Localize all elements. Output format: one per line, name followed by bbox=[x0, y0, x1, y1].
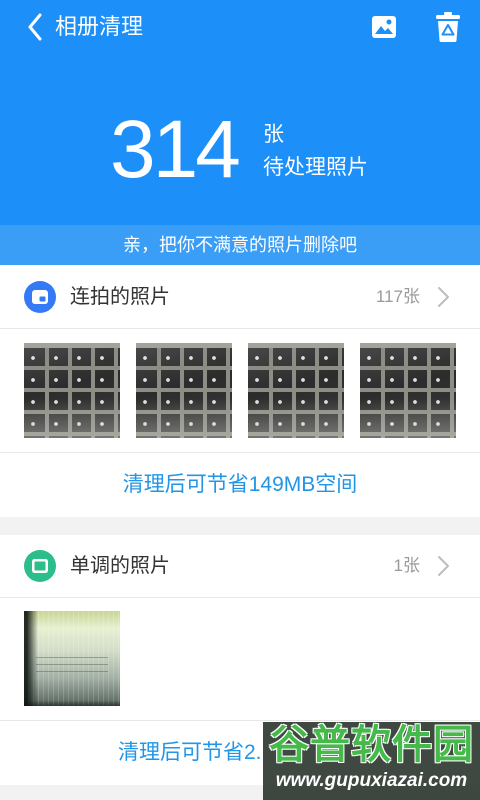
group-title: 单调的照片 bbox=[70, 555, 170, 577]
watermark: 谷普软件园 www.gupuxiazai.com bbox=[263, 722, 480, 800]
gallery-button[interactable] bbox=[364, 6, 404, 48]
photo-thumbnail[interactable] bbox=[136, 343, 232, 438]
divider bbox=[0, 328, 480, 329]
gallery-icon bbox=[372, 16, 396, 38]
chevron-left-icon bbox=[28, 13, 42, 41]
back-button[interactable] bbox=[18, 8, 50, 46]
hint-text: 亲，把你不满意的照片删除吧 bbox=[123, 235, 357, 255]
page-title: 相册清理 bbox=[55, 14, 144, 39]
group-title: 连拍的照片 bbox=[70, 285, 170, 308]
pending-photo-count: 314 bbox=[110, 104, 241, 195]
monotone-photos-icon bbox=[24, 550, 56, 582]
group-header-monotone[interactable]: 单调的照片 1张 bbox=[0, 535, 480, 597]
thumbnail-strip bbox=[0, 343, 480, 438]
recycle-bin-icon bbox=[436, 12, 460, 42]
chevron-right-icon bbox=[438, 286, 449, 307]
photo-thumbnail[interactable] bbox=[24, 343, 120, 438]
watermark-url: www.gupuxiazai.com bbox=[275, 770, 468, 791]
photo-thumbnail[interactable] bbox=[360, 343, 456, 438]
album-cleanup-screen: 相册清理 314 张 待处理照片 亲，把你不满意的照片删除吧 连拍的照片 117… bbox=[0, 0, 480, 800]
savings-text: 清理后可节省2. bbox=[118, 741, 262, 764]
divider bbox=[0, 597, 480, 598]
header: 相册清理 314 张 待处理照片 bbox=[0, 0, 480, 225]
watermark-title: 谷普软件园 bbox=[269, 723, 474, 767]
group-count: 1张 bbox=[393, 556, 420, 575]
count-caption: 待处理照片 bbox=[263, 156, 368, 179]
recycle-bin-button[interactable] bbox=[428, 6, 468, 48]
group-count: 117张 bbox=[375, 286, 420, 306]
savings-text: 清理后可节省149MB空间 bbox=[122, 473, 358, 496]
burst-photos-icon bbox=[24, 280, 56, 313]
chevron-right-icon bbox=[438, 556, 449, 576]
photo-thumbnail[interactable] bbox=[24, 611, 120, 706]
count-unit: 张 bbox=[263, 123, 284, 146]
photo-thumbnail[interactable] bbox=[248, 343, 344, 438]
group-header-burst[interactable]: 连拍的照片 117张 bbox=[0, 265, 480, 328]
thumbnail-strip bbox=[0, 611, 480, 706]
hint-banner: 亲，把你不满意的照片删除吧 bbox=[0, 225, 480, 265]
clean-savings-button[interactable]: 清理后可节省149MB空间 bbox=[0, 453, 480, 517]
photo-group-burst: 连拍的照片 117张 清理后可节省149MB空间 bbox=[0, 265, 480, 517]
